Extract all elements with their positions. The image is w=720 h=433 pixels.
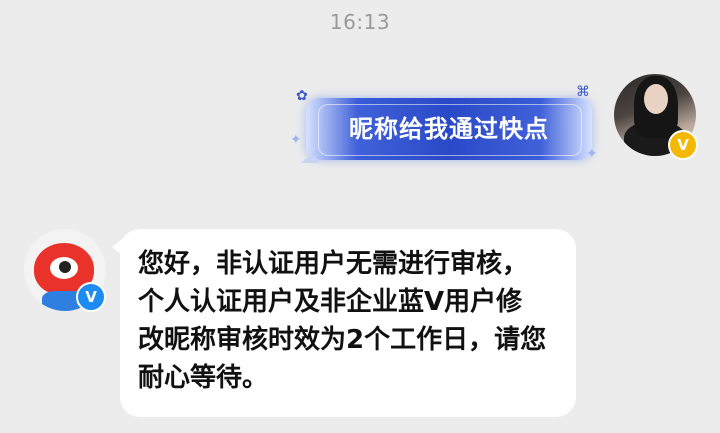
bubble-tail xyxy=(112,239,122,255)
verified-badge-icon: V xyxy=(668,130,698,160)
ghost-decoration-icon: ☁ xyxy=(300,144,320,168)
incoming-message-bubble[interactable]: 您好，非认证用户无需进行审核，个人认证用户及非企业蓝V用户修改昵称审核时效为2个… xyxy=(112,229,576,417)
verified-badge-icon: V xyxy=(76,282,106,312)
sparkle-icon: ✦ xyxy=(586,146,598,162)
message-timestamp: 16:13 xyxy=(329,10,391,34)
incoming-message-text: 您好，非认证用户无需进行审核，个人认证用户及非企业蓝V用户修改昵称审核时效为2个… xyxy=(138,249,547,393)
rose-decoration-icon: ✿ xyxy=(296,88,308,104)
outgoing-message-text: 昵称给我通过快点 xyxy=(349,115,549,143)
outgoing-message-bubble[interactable]: 昵称给我通过快点 ✿ ⌘ ✦ ☁ ✦ xyxy=(290,84,598,170)
bow-decoration-icon: ⌘ xyxy=(576,84,590,100)
